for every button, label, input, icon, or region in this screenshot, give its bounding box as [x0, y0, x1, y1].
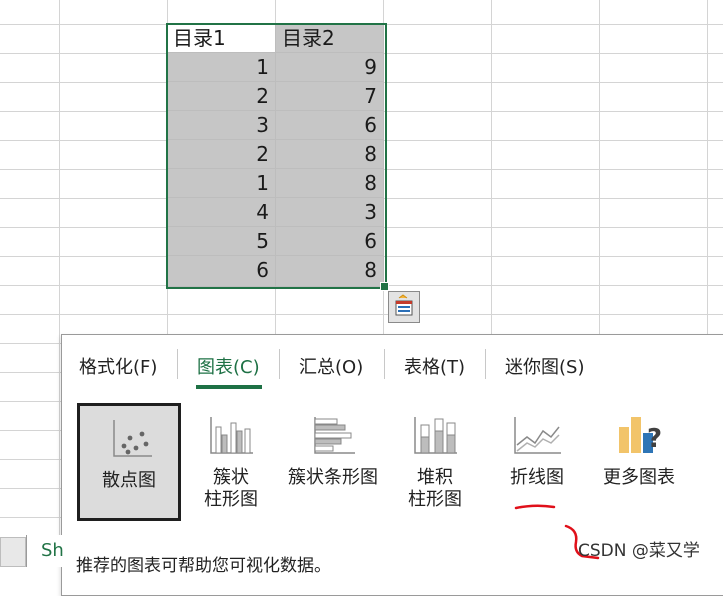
- tab-sparklines[interactable]: 迷你图(S): [505, 353, 584, 379]
- clustered-bar-icon: [314, 417, 355, 454]
- table-cell[interactable]: 9: [276, 53, 384, 82]
- table-cell[interactable]: 6: [276, 111, 384, 140]
- chart-option-clustered-column[interactable]: 簇状 柱形图: [179, 403, 283, 521]
- table-cell[interactable]: 7: [276, 82, 384, 111]
- table-cell[interactable]: 3: [276, 198, 384, 227]
- table-cell[interactable]: 8: [276, 256, 384, 287]
- clustered-column-icon: [210, 417, 253, 454]
- selected-data-range[interactable]: 目录1 目录2 1 9 2 7 3 6 2 8 1 8 4 3 5 6 6 8: [167, 24, 384, 287]
- chart-option-label: 更多图表: [603, 467, 675, 488]
- quick-analysis-button[interactable]: [388, 291, 420, 323]
- tab-separator: [177, 349, 178, 379]
- sheet-tab[interactable]: Sh: [26, 535, 75, 567]
- table-cell[interactable]: 6: [276, 227, 384, 256]
- header-cell-b[interactable]: 目录2: [276, 24, 384, 53]
- table-cell[interactable]: 5: [167, 227, 276, 256]
- table-cell[interactable]: 2: [167, 140, 276, 169]
- tab-separator: [384, 349, 385, 379]
- table-cell[interactable]: 2: [167, 82, 276, 111]
- panel-description: 推荐的图表可帮助您可视化数据。: [76, 556, 331, 576]
- scatter-chart-icon: [113, 420, 152, 457]
- tab-separator: [279, 349, 280, 379]
- tab-formatting[interactable]: 格式化(F): [79, 353, 157, 379]
- tab-tables[interactable]: 表格(T): [404, 353, 465, 379]
- chart-option-label: 簇状条形图: [288, 467, 378, 488]
- stacked-column-icon: [414, 417, 457, 454]
- chart-option-clustered-bar[interactable]: 簇状条形图: [281, 403, 385, 521]
- chart-option-label: 簇状 柱形图: [204, 467, 258, 510]
- tab-charts[interactable]: 图表(C): [197, 353, 260, 379]
- svg-text:?: ?: [647, 424, 662, 454]
- red-underline-annotation: [514, 504, 556, 510]
- fill-handle[interactable]: [380, 282, 389, 291]
- chart-option-stacked-column[interactable]: 堆积 柱形图: [383, 403, 487, 521]
- chart-option-label: 散点图: [102, 470, 156, 491]
- chart-option-label: 折线图: [510, 467, 564, 488]
- sheet-nav-area[interactable]: [0, 537, 26, 567]
- table-cell[interactable]: 1: [167, 169, 276, 198]
- table-cell[interactable]: 3: [167, 111, 276, 140]
- quick-analysis-icon: [395, 294, 413, 316]
- table-cell[interactable]: 8: [276, 140, 384, 169]
- table-cell[interactable]: 4: [167, 198, 276, 227]
- watermark: CSDN @菜又学: [578, 541, 700, 561]
- tab-separator: [485, 349, 486, 379]
- active-tab-indicator: [196, 385, 262, 389]
- line-chart-icon: [514, 417, 561, 454]
- table-cell[interactable]: 1: [167, 53, 276, 82]
- header-cell-a[interactable]: 目录1: [167, 24, 276, 53]
- more-charts-icon: ?: [619, 417, 662, 454]
- table-cell[interactable]: 8: [276, 169, 384, 198]
- chart-option-more[interactable]: ? 更多图表: [587, 403, 691, 521]
- tab-totals[interactable]: 汇总(O): [299, 353, 363, 379]
- table-cell[interactable]: 6: [167, 256, 276, 287]
- chart-option-scatter[interactable]: 散点图: [77, 403, 181, 521]
- chart-option-label: 堆积 柱形图: [408, 467, 462, 510]
